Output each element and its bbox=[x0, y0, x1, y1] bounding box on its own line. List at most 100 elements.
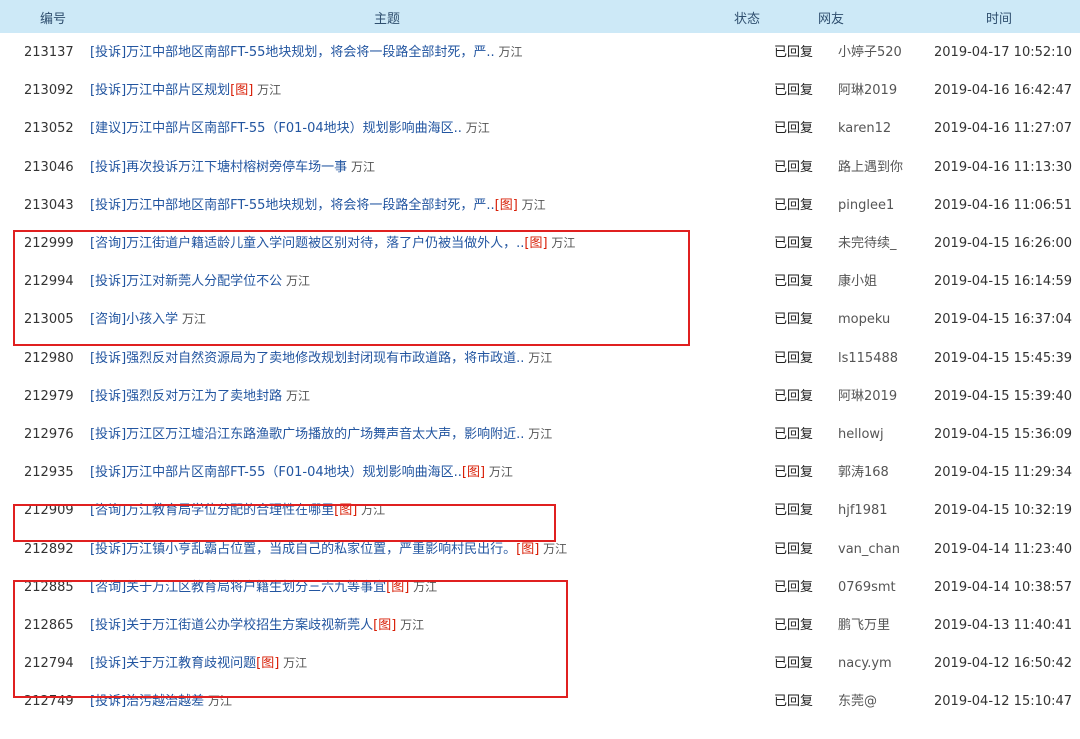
row-user[interactable]: 郭涛168 bbox=[838, 453, 889, 492]
row-subject-link[interactable]: 万江中部片区南部FT-55（F01-04地块）规划影响曲海区.. bbox=[126, 465, 462, 480]
row-user[interactable]: ls115488 bbox=[838, 339, 898, 378]
row-id: 213092 bbox=[24, 83, 74, 99]
table-row: 213052 [建议]万江中部片区南部FT-55（F01-04地块）规划影响曲海区… bbox=[0, 109, 1080, 148]
row-area-label: 万江 bbox=[524, 350, 553, 365]
row-user[interactable]: 康小姐 bbox=[838, 262, 877, 301]
row-area-label: 万江 bbox=[282, 388, 310, 403]
row-time: 2019-04-15 15:39:40 bbox=[934, 388, 1073, 404]
row-status: 已回复 bbox=[774, 694, 814, 710]
row-subject-link[interactable]: 再次投诉万江下塘村榕树旁停车场一事 bbox=[126, 160, 347, 175]
table-row: 213092 [投诉]万江中部片区规划[图] 万江 已回复 阿琳2019 2019-04… bbox=[0, 71, 1080, 110]
table-row: 213046 [投诉]再次投诉万江下塘村榕树旁停车场一事 万江 已回复 路上遇到你 20… bbox=[0, 148, 1080, 187]
row-time: 2019-04-15 10:32:19 bbox=[934, 503, 1073, 519]
row-time: 2019-04-12 15:10:47 bbox=[934, 694, 1073, 710]
row-user[interactable]: karen12 bbox=[838, 109, 891, 148]
row-id: 213046 bbox=[24, 159, 74, 175]
row-category-link[interactable]: [投诉] bbox=[90, 83, 126, 98]
row-area-label: 万江 bbox=[524, 427, 553, 441]
row-area-label: 万江 bbox=[539, 541, 568, 556]
row-subject-link[interactable]: 强烈反对自然资源局为了卖地修改规划封闭现有市政道路，将市政道.. bbox=[126, 351, 524, 366]
row-category-link[interactable]: [投诉] bbox=[90, 351, 126, 366]
row-category-link[interactable]: [投诉] bbox=[90, 542, 126, 557]
row-time: 2019-04-15 16:37:04 bbox=[934, 312, 1073, 328]
row-subject-link[interactable]: 万江中部地区南部FT-55地块规划，将会将一段路全部封死，严.. bbox=[126, 45, 495, 60]
row-status: 已回复 bbox=[774, 45, 814, 60]
row-area-label: 万江 bbox=[461, 121, 490, 136]
row-time: 2019-04-12 16:50:42 bbox=[934, 656, 1073, 672]
row-topic: [投诉]万江中部地区南部FT-55地块规划，将会将一段路全部封死，严..[图] … bbox=[90, 186, 546, 225]
row-category-link[interactable]: [投诉] bbox=[90, 45, 126, 60]
row-status: 已回复 bbox=[774, 312, 814, 328]
row-image-tag[interactable]: [图] bbox=[462, 465, 485, 480]
row-status: 已回复 bbox=[774, 541, 814, 557]
row-time: 2019-04-14 10:38:57 bbox=[934, 579, 1073, 595]
row-image-tag[interactable]: [图] bbox=[230, 83, 253, 98]
row-user[interactable]: hjf1981 bbox=[838, 491, 888, 530]
row-time: 2019-04-16 11:13:30 bbox=[934, 159, 1073, 175]
row-subject-link[interactable]: 万江镇小亨乱霸占位置，当成自己的私家位置，严重影响村民出行。 bbox=[126, 542, 516, 557]
row-user[interactable]: mopeku bbox=[838, 300, 890, 339]
row-category-link[interactable]: [投诉] bbox=[90, 427, 126, 442]
header-user: 网友 bbox=[818, 12, 845, 27]
row-area-label: 万江 bbox=[494, 45, 523, 59]
row-subject-link[interactable]: 万江中部片区规划 bbox=[126, 83, 230, 98]
row-category-link[interactable]: [投诉] bbox=[90, 465, 126, 480]
row-id: 212935 bbox=[24, 465, 74, 481]
row-status: 已回复 bbox=[774, 350, 814, 366]
row-topic: [投诉]万江中部地区南部FT-55地块规划，将会将一段路全部封死，严.. 万江 bbox=[90, 33, 522, 72]
row-time: 2019-04-16 11:06:51 bbox=[934, 197, 1073, 213]
row-user[interactable]: 路上遇到你 bbox=[838, 148, 903, 187]
row-status: 已回复 bbox=[774, 579, 814, 595]
row-image-tag[interactable]: [图] bbox=[516, 542, 539, 557]
table-row: 213137 [投诉]万江中部地区南部FT-55地块规划，将会将一段路全部封死，严… bbox=[0, 33, 1080, 72]
table-row: 213043 [投诉]万江中部地区南部FT-55地块规划，将会将一段路全部封死，严… bbox=[0, 186, 1080, 225]
row-time: 2019-04-14 11:23:40 bbox=[934, 541, 1073, 557]
row-id: 212979 bbox=[24, 388, 74, 404]
row-subject-link[interactable]: 万江中部地区南部FT-55地块规划，将会将一段路全部封死，严.. bbox=[126, 198, 495, 213]
row-category-link[interactable]: [投诉] bbox=[90, 160, 126, 175]
row-category-link[interactable]: [投诉] bbox=[90, 198, 126, 213]
row-status: 已回复 bbox=[774, 236, 814, 251]
row-user[interactable]: pinglee1 bbox=[838, 186, 894, 225]
highlight-box bbox=[13, 504, 556, 542]
row-status: 已回复 bbox=[774, 503, 814, 519]
row-id: 213052 bbox=[24, 121, 74, 137]
header-id: 编号 bbox=[40, 12, 67, 27]
header-title: 主题 bbox=[374, 12, 401, 27]
row-category-link[interactable]: [建议] bbox=[90, 121, 126, 136]
row-user[interactable]: 未完待续_ bbox=[838, 224, 897, 263]
row-user[interactable]: 东莞@ bbox=[838, 682, 877, 721]
row-category-link[interactable]: [投诉] bbox=[90, 389, 126, 404]
row-user[interactable]: 鹏飞万里 bbox=[838, 606, 890, 645]
row-user[interactable]: nacy.ym bbox=[838, 644, 892, 683]
row-user[interactable]: 阿琳2019 bbox=[838, 377, 897, 416]
row-id: 212976 bbox=[24, 427, 74, 442]
row-status: 已回复 bbox=[774, 388, 814, 404]
row-id: 213137 bbox=[24, 45, 74, 60]
row-subject-link[interactable]: 万江区万江墟沿江东路渔歌广场播放的广场舞声音太大声，影响附近.. bbox=[126, 427, 524, 442]
row-subject-link[interactable]: 强烈反对万江为了卖地封路 bbox=[126, 389, 282, 404]
highlight-box bbox=[13, 230, 690, 346]
row-status: 已回复 bbox=[774, 159, 814, 175]
row-user[interactable]: 阿琳2019 bbox=[838, 71, 897, 110]
row-time: 2019-04-13 11:40:41 bbox=[934, 618, 1073, 633]
row-status: 已回复 bbox=[774, 465, 814, 481]
row-time: 2019-04-15 16:26:00 bbox=[934, 236, 1073, 251]
row-id: 213043 bbox=[24, 197, 74, 213]
row-image-tag[interactable]: [图] bbox=[495, 198, 518, 213]
row-time: 2019-04-16 11:27:07 bbox=[934, 121, 1073, 137]
row-status: 已回复 bbox=[774, 618, 814, 633]
row-topic: [投诉]万江中部片区南部FT-55（F01-04地块）规划影响曲海区..[图] … bbox=[90, 453, 513, 492]
table-header: 编号 主题 状态 网友 时间 bbox=[0, 0, 1080, 33]
row-user[interactable]: van_chan bbox=[838, 530, 900, 569]
row-user[interactable]: hellowj bbox=[838, 415, 884, 454]
row-user[interactable]: 小婷子520 bbox=[838, 33, 902, 72]
highlight-box bbox=[13, 580, 568, 698]
table-row: 212976 [投诉]万江区万江墟沿江东路渔歌广场播放的广场舞声音太大声，影响附近… bbox=[0, 415, 1080, 454]
header-status: 状态 bbox=[734, 12, 761, 27]
row-user[interactable]: 0769smt bbox=[838, 568, 896, 607]
row-status: 已回复 bbox=[774, 83, 814, 99]
row-topic: [投诉]万江中部片区规划[图] 万江 bbox=[90, 71, 281, 110]
table-row: 212979 [投诉]强烈反对万江为了卖地封路 万江 已回复 阿琳2019 2019-0… bbox=[0, 377, 1080, 416]
row-subject-link[interactable]: 万江中部片区南部FT-55（F01-04地块）规划影响曲海区.. bbox=[126, 121, 462, 136]
